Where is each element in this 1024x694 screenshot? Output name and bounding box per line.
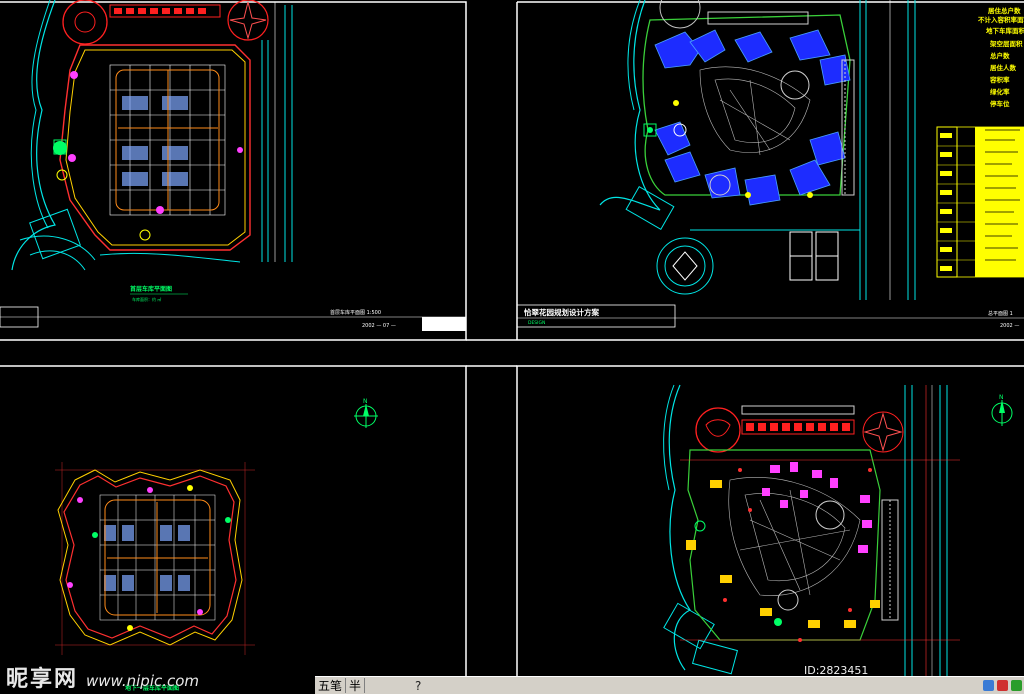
note-line: 不计入容积率面积 <box>978 15 1024 24</box>
notes-block: 居住总户数 不计入容积率面积 地下车库面积 架空层面积 总户数 居住人数 容积率… <box>978 6 1024 108</box>
system-tray <box>983 680 1024 691</box>
title-block-name: 首层车库平面图 1:500 <box>330 309 381 316</box>
sheet-subtitle: 车库面积：约 ㎡ <box>132 296 161 302</box>
watermark-brand: 昵享网 <box>6 667 79 692</box>
watermark: 昵享网 www.nipic.com <box>6 661 199 693</box>
sheet-gaps <box>466 339 517 367</box>
design-label: DESIGN <box>528 320 545 326</box>
legend-table <box>936 126 1024 278</box>
title-block-date: 2002 — <box>1000 323 1019 329</box>
sheet-bottom-right: N <box>663 384 1013 693</box>
network-icon[interactable] <box>1011 680 1022 691</box>
title-block-date: 2002 — 07 — <box>362 323 396 329</box>
sheet-frames <box>0 1 1024 693</box>
cad-drawing-canvas: 首层车库平面图 车库面积：约 ㎡ 首层车库平面图 1:500 2002 — 07… <box>0 0 1024 693</box>
project-title: 恰翠花园规划设计方案 <box>524 307 599 317</box>
note-line: 总户数 <box>990 51 1010 60</box>
ime-mode-button[interactable]: 五笔 <box>315 678 347 693</box>
svg-text:N: N <box>999 394 1004 401</box>
note-line: 居住总户数 <box>988 6 1021 15</box>
speaker-icon[interactable] <box>997 680 1008 691</box>
sheet-top-left: 首层车库平面图 车库面积：约 ㎡ 首层车库平面图 1:500 2002 — 07… <box>0 0 466 331</box>
sheet-top-right: 居住总户数 不计入容积率面积 地下车库面积 架空层面积 总户数 居住人数 容积率… <box>516 0 1024 329</box>
note-line: 架空层面积 <box>989 39 1023 48</box>
svg-text:N: N <box>363 398 368 405</box>
sheet-title: 首层车库平面图 <box>130 285 172 293</box>
watermark-url: www.nipic.com <box>86 672 200 690</box>
note-line: 绿化率 <box>990 87 1010 96</box>
ime-help-button[interactable]: ? <box>415 679 421 693</box>
ime-width-button[interactable]: 半 <box>346 678 366 693</box>
note-line: 居住人数 <box>990 63 1017 72</box>
north-arrow-icon: N <box>354 398 378 428</box>
note-line: 容积率 <box>989 75 1010 84</box>
windows-pen-icon[interactable] <box>983 680 994 691</box>
note-line: 地下车库面积 <box>986 26 1024 35</box>
sheet-bottom-left: N 地下一层车库平面图 <box>55 398 378 692</box>
note-line: 停车位 <box>990 99 1010 108</box>
ime-status-bar: 五笔 半 ? <box>315 676 1024 694</box>
north-arrow-icon: N <box>991 394 1013 426</box>
title-block-name: 总平面图 1 <box>988 310 1013 317</box>
